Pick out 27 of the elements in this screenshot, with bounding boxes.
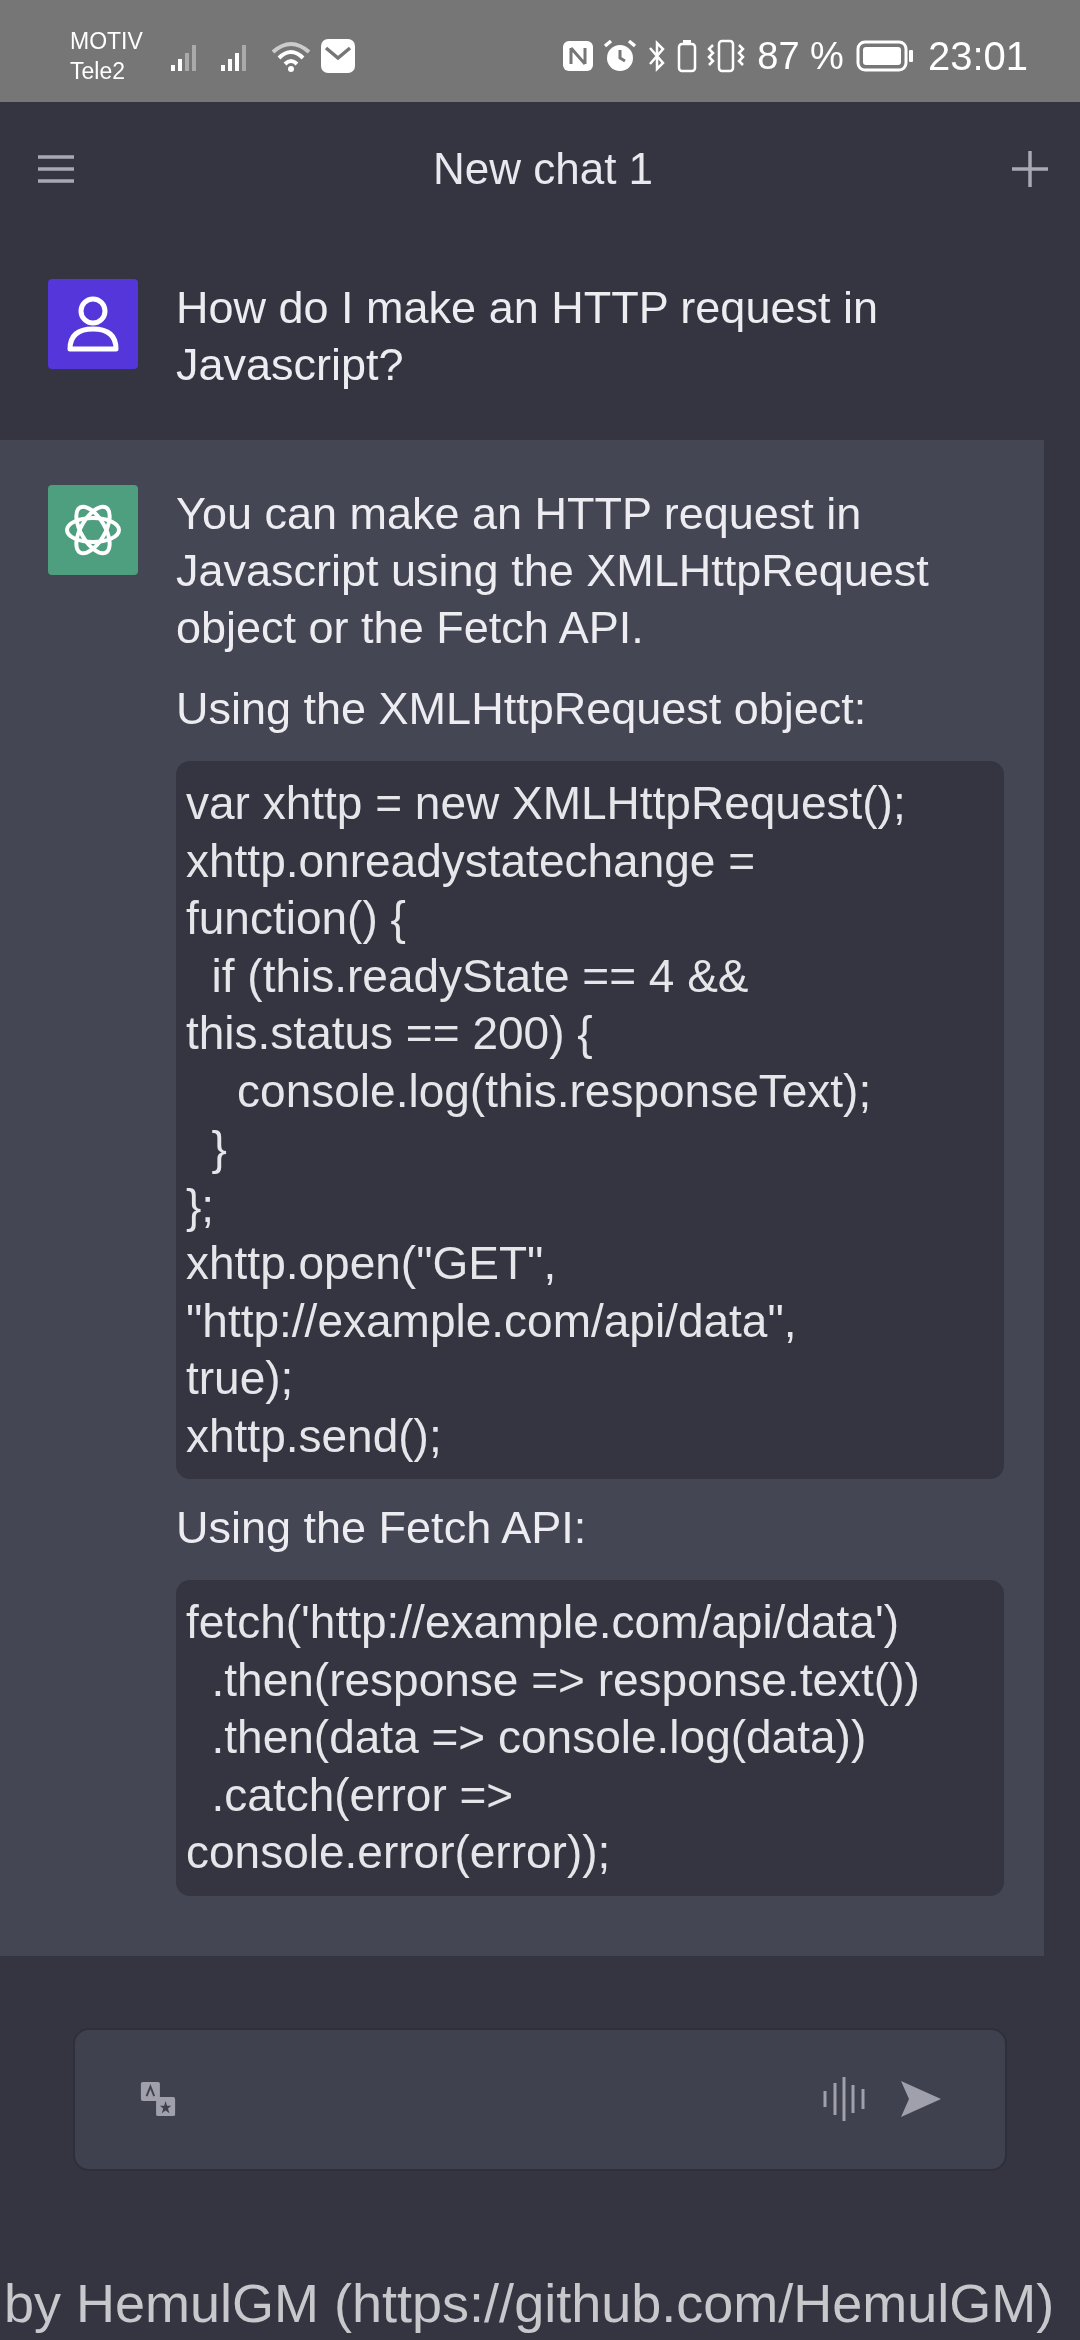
translate-icon[interactable] [139,2080,177,2118]
code-block: fetch('http://example.com/api/data') .then(response => response.text()) .then(data => console.log(data)) .catch(error => console.error(error)); [176,1580,1004,1896]
battery-percent: 87 % [757,34,844,78]
voice-icon[interactable] [823,2077,865,2121]
message-text: Using the XMLHttpRequest object: [176,682,868,736]
user-avatar-icon [48,279,138,369]
menu-icon[interactable] [36,153,76,184]
code-block: var xhttp = new XMLHttpRequest(); xhttp.onreadystatechange = function() { if (this.readyState == 4 && this.status == 200) { console.log(this.responseText); } }; xhttp.open("GET", "http://example.com/api/data", true); xhttp.send(); [176,761,1004,1479]
wifi-icon [270,40,311,72]
send-icon[interactable] [901,2081,941,2117]
message-text: How do I make an HTTP request in Javascript? [176,281,879,392]
alarm-icon [603,39,638,73]
battery-icon [855,40,914,72]
message-text: You can make an HTTP request in Javascript using the XMLHttpRequest object or the Fetch API. [176,487,930,655]
chat-title: New chat 1 [432,143,654,194]
caption-text: by HemulGM (https://github.com/HemulGM) [3,2272,1056,2335]
message-text: Using the Fetch API: [176,1501,588,1555]
carrier-name: Tele2 [70,57,126,86]
plus-icon[interactable] [1010,148,1050,189]
mail-icon [320,39,355,73]
message-field[interactable] [73,2027,1007,2171]
clock-time: 23:01 [927,33,1028,79]
nfc-icon [563,41,594,71]
carrier-name: MOTIV [70,27,143,56]
vibrate-icon [707,39,746,73]
battery-icon [677,39,698,73]
knot-icon [48,485,138,575]
